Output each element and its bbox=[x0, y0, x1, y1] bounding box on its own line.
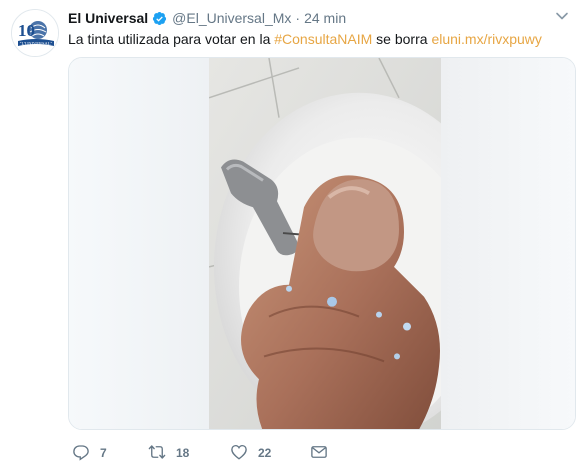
tweet-header: El Universal @El_Universal_Mx · 24 min bbox=[68, 9, 346, 27]
retweet-button[interactable]: 18 bbox=[148, 443, 189, 464]
caret-down-icon[interactable] bbox=[555, 9, 569, 23]
direct-message-icon bbox=[310, 443, 328, 464]
hashtag-link[interactable]: #ConsultaNAIM bbox=[274, 31, 372, 47]
author-name[interactable]: El Universal bbox=[68, 10, 148, 26]
retweet-count: 18 bbox=[176, 446, 190, 460]
tweet-text: La tinta utilizada para votar en la #Con… bbox=[68, 30, 542, 48]
verified-icon bbox=[152, 11, 167, 26]
retweet-icon bbox=[148, 443, 166, 464]
reply-button[interactable]: 7 bbox=[72, 443, 107, 464]
avatar-number: 10 bbox=[18, 21, 35, 40]
media-blur-right bbox=[439, 58, 575, 429]
like-button[interactable]: 22 bbox=[230, 443, 271, 464]
tweet-timestamp[interactable]: 24 min bbox=[304, 10, 346, 26]
author-handle[interactable]: @El_Universal_Mx bbox=[172, 10, 291, 26]
url-link[interactable]: eluni.mx/rivxpuwy bbox=[431, 31, 541, 47]
reply-icon bbox=[72, 443, 90, 464]
tweet-text-middle: se borra bbox=[372, 31, 432, 47]
tweet-text-start: La tinta utilizada para votar en la bbox=[68, 31, 275, 47]
like-count: 22 bbox=[258, 446, 272, 460]
like-icon bbox=[230, 443, 248, 464]
media-blur-left bbox=[69, 58, 209, 429]
tweet[interactable]: 10 "L'UNIVERSAL" El Universal @El_Univer… bbox=[0, 0, 583, 468]
separator-dot: · bbox=[295, 10, 301, 26]
reply-count: 7 bbox=[100, 446, 107, 460]
direct-message-button[interactable] bbox=[310, 443, 328, 464]
avatar-ribbon-text: "L'UNIVERSAL" bbox=[20, 41, 53, 46]
video-frame bbox=[209, 58, 441, 429]
avatar[interactable]: 10 "L'UNIVERSAL" bbox=[11, 9, 59, 57]
video-player[interactable] bbox=[68, 57, 576, 430]
